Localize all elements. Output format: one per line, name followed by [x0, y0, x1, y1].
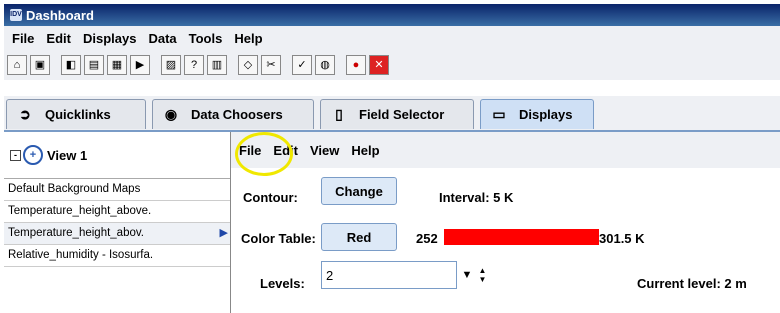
- load-icon[interactable]: ▤: [84, 55, 104, 75]
- menu-edit[interactable]: Edit: [46, 31, 71, 46]
- close-icon[interactable]: ✕: [369, 55, 389, 75]
- tab-quicklinks[interactable]: ➲ Quicklinks: [6, 99, 146, 129]
- color-range-max: 301.5 K: [599, 231, 645, 246]
- console-icon[interactable]: ▥: [207, 55, 227, 75]
- main-tabs: ➲ Quicklinks ◉ Data Choosers ▯ Field Sel…: [4, 96, 780, 132]
- collapse-icon[interactable]: -: [10, 149, 21, 161]
- tab-data-choosers[interactable]: ◉ Data Choosers: [152, 99, 314, 129]
- camera-icon[interactable]: ▨: [161, 55, 181, 75]
- list-item[interactable]: Temperature_height_above.: [4, 201, 230, 223]
- main-menubar: File Edit Displays Data Tools Help: [4, 26, 780, 50]
- eraser-icon[interactable]: ◇: [238, 55, 258, 75]
- new-window-icon[interactable]: ▣: [30, 55, 50, 75]
- control-menubar: File Edit View Help: [231, 132, 780, 168]
- edit-icon[interactable]: ✓: [292, 55, 312, 75]
- save-icon[interactable]: ◧: [61, 55, 81, 75]
- menu-displays[interactable]: Displays: [83, 31, 136, 46]
- contour-label: Contour:: [243, 190, 298, 205]
- chevron-down-icon[interactable]: ▼: [459, 261, 475, 289]
- tab-label: Data Choosers: [191, 107, 283, 122]
- menu-help[interactable]: Help: [234, 31, 262, 46]
- tab-field-selector[interactable]: ▯ Field Selector: [320, 99, 474, 129]
- cut-icon[interactable]: ✂: [261, 55, 281, 75]
- levels-select[interactable]: 2: [321, 261, 457, 289]
- color-table-label: Color Table:: [241, 231, 316, 246]
- current-level: Current level: 2 m: [637, 276, 747, 291]
- contour-interval: Interval: 5 K: [439, 190, 514, 205]
- control-menu-view[interactable]: View: [310, 143, 339, 158]
- tab-label: Field Selector: [359, 107, 445, 122]
- view-globe-icon: +: [23, 145, 43, 165]
- window-title: Dashboard: [26, 7, 94, 23]
- arrow-right-icon: ▶: [219, 227, 228, 239]
- color-table-button[interactable]: Red: [321, 223, 397, 251]
- main-toolbar: ⌂ ▣ ◧ ▤ ▦ ▶ ▨ ? ▥ ◇ ✂ ✓ ◍ ● ✕: [4, 50, 780, 80]
- menu-file[interactable]: File: [12, 31, 34, 46]
- monitor-icon: ▭: [492, 106, 506, 122]
- export-icon[interactable]: ▦: [107, 55, 127, 75]
- display-list-panel: - + View 1 Default Background Maps Tempe…: [4, 132, 231, 313]
- view-header[interactable]: - + View 1: [4, 132, 230, 179]
- list-item-label: Temperature_height_abov.: [8, 227, 144, 239]
- change-button[interactable]: Change: [321, 177, 397, 205]
- list-item[interactable]: Default Background Maps: [4, 179, 230, 201]
- window-titlebar: IDV Dashboard: [4, 4, 780, 26]
- menu-tools[interactable]: Tools: [189, 31, 223, 46]
- globe-icon[interactable]: ◍: [315, 55, 335, 75]
- bundle-icon[interactable]: ▶: [130, 55, 150, 75]
- list-item[interactable]: Relative_humidity - Isosurfa.: [4, 245, 230, 267]
- tab-label: Displays: [519, 107, 573, 122]
- menu-data[interactable]: Data: [148, 31, 176, 46]
- color-range-min: 252: [416, 231, 438, 246]
- help-icon[interactable]: ?: [184, 55, 204, 75]
- color-table-bar: [444, 229, 599, 245]
- control-menu-help[interactable]: Help: [351, 143, 379, 158]
- clipboard-icon: ▯: [335, 106, 343, 122]
- home-icon[interactable]: ⌂: [7, 55, 27, 75]
- binoculars-icon: ◉: [164, 106, 178, 122]
- quicklinks-icon: ➲: [19, 106, 31, 122]
- idv-app-icon: IDV: [10, 9, 22, 21]
- tab-displays[interactable]: ▭ Displays: [480, 99, 594, 129]
- levels-label: Levels:: [260, 276, 305, 291]
- stop-icon[interactable]: ●: [346, 55, 366, 75]
- list-item-selected[interactable]: Temperature_height_abov. ▶: [4, 223, 230, 245]
- view-label: View 1: [47, 147, 88, 163]
- edit-highlight-circle: [235, 132, 293, 176]
- spinner-icon[interactable]: ▲▼: [474, 261, 490, 289]
- tab-label: Quicklinks: [45, 107, 111, 122]
